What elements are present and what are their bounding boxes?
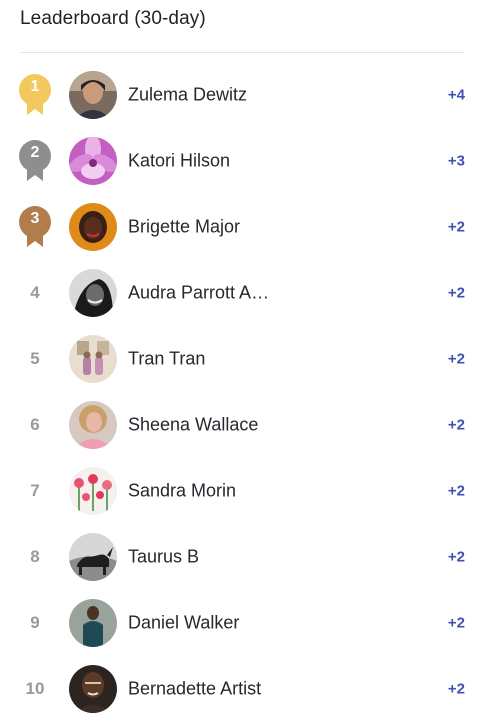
header-divider <box>20 52 465 53</box>
rank-number: 1 <box>30 78 40 95</box>
user-name[interactable]: Tran Tran <box>128 349 205 370</box>
score-badge: +3 <box>447 152 465 170</box>
avatar[interactable] <box>69 467 117 515</box>
rank-number: 2 <box>30 144 40 161</box>
avatar[interactable] <box>69 401 117 449</box>
avatar[interactable] <box>69 335 117 383</box>
rank-number: 5 <box>30 349 40 368</box>
avatar[interactable] <box>69 269 117 317</box>
avatar[interactable] <box>69 137 117 185</box>
leaderboard-list: 1 Zulema Dewitz +4 2 Katori Hilson +3 3 … <box>0 62 485 722</box>
rank-number: 4 <box>30 283 40 302</box>
avatar[interactable] <box>69 533 117 581</box>
leaderboard-row-6[interactable]: 6 Sheena Wallace +2 <box>0 392 485 458</box>
avatar[interactable] <box>69 599 117 647</box>
leaderboard-title: Leaderboard (30-day) <box>20 8 206 29</box>
score-badge: +2 <box>447 482 465 500</box>
avatar[interactable] <box>69 203 117 251</box>
rank-number: 10 <box>25 679 45 698</box>
user-name[interactable]: Zulema Dewitz <box>128 85 247 106</box>
user-name[interactable]: Taurus B <box>128 547 199 568</box>
user-name[interactable]: Audra Parrott A… <box>128 283 269 304</box>
gold-medal-icon: 1 <box>18 73 52 117</box>
avatar[interactable] <box>69 71 117 119</box>
leaderboard-row-3[interactable]: 3 Brigette Major +2 <box>0 194 485 260</box>
rank-number: 3 <box>30 210 40 227</box>
leaderboard-row-2[interactable]: 2 Katori Hilson +3 <box>0 128 485 194</box>
user-name[interactable]: Bernadette Artist <box>128 679 261 700</box>
score-badge: +2 <box>447 614 465 632</box>
leaderboard-row-1[interactable]: 1 Zulema Dewitz +4 <box>0 62 485 128</box>
leaderboard-row-8[interactable]: 8 Taurus B +2 <box>0 524 485 590</box>
bronze-medal-icon: 3 <box>18 205 52 249</box>
user-name[interactable]: Daniel Walker <box>128 613 239 634</box>
score-badge: +2 <box>447 548 465 566</box>
score-badge: +2 <box>447 350 465 368</box>
leaderboard-row-7[interactable]: 7 Sandra Morin +2 <box>0 458 485 524</box>
silver-medal-icon: 2 <box>18 139 52 183</box>
score-badge: +2 <box>447 218 465 236</box>
score-badge: +2 <box>447 416 465 434</box>
rank-number: 6 <box>30 415 40 434</box>
avatar[interactable] <box>69 665 117 713</box>
rank-number: 7 <box>30 481 40 500</box>
rank-number: 8 <box>30 547 40 566</box>
rank-number: 9 <box>30 613 40 632</box>
user-name[interactable]: Sandra Morin <box>128 481 236 502</box>
leaderboard-row-5[interactable]: 5 Tran Tran +2 <box>0 326 485 392</box>
user-name[interactable]: Katori Hilson <box>128 151 230 172</box>
user-name[interactable]: Brigette Major <box>128 217 240 238</box>
score-badge: +2 <box>447 680 465 698</box>
leaderboard-row-4[interactable]: 4 Audra Parrott A… +2 <box>0 260 485 326</box>
score-badge: +4 <box>447 86 465 104</box>
leaderboard-row-10[interactable]: 10 Bernadette Artist +2 <box>0 656 485 722</box>
leaderboard-row-9[interactable]: 9 Daniel Walker +2 <box>0 590 485 656</box>
user-name[interactable]: Sheena Wallace <box>128 415 258 436</box>
score-badge: +2 <box>447 284 465 302</box>
